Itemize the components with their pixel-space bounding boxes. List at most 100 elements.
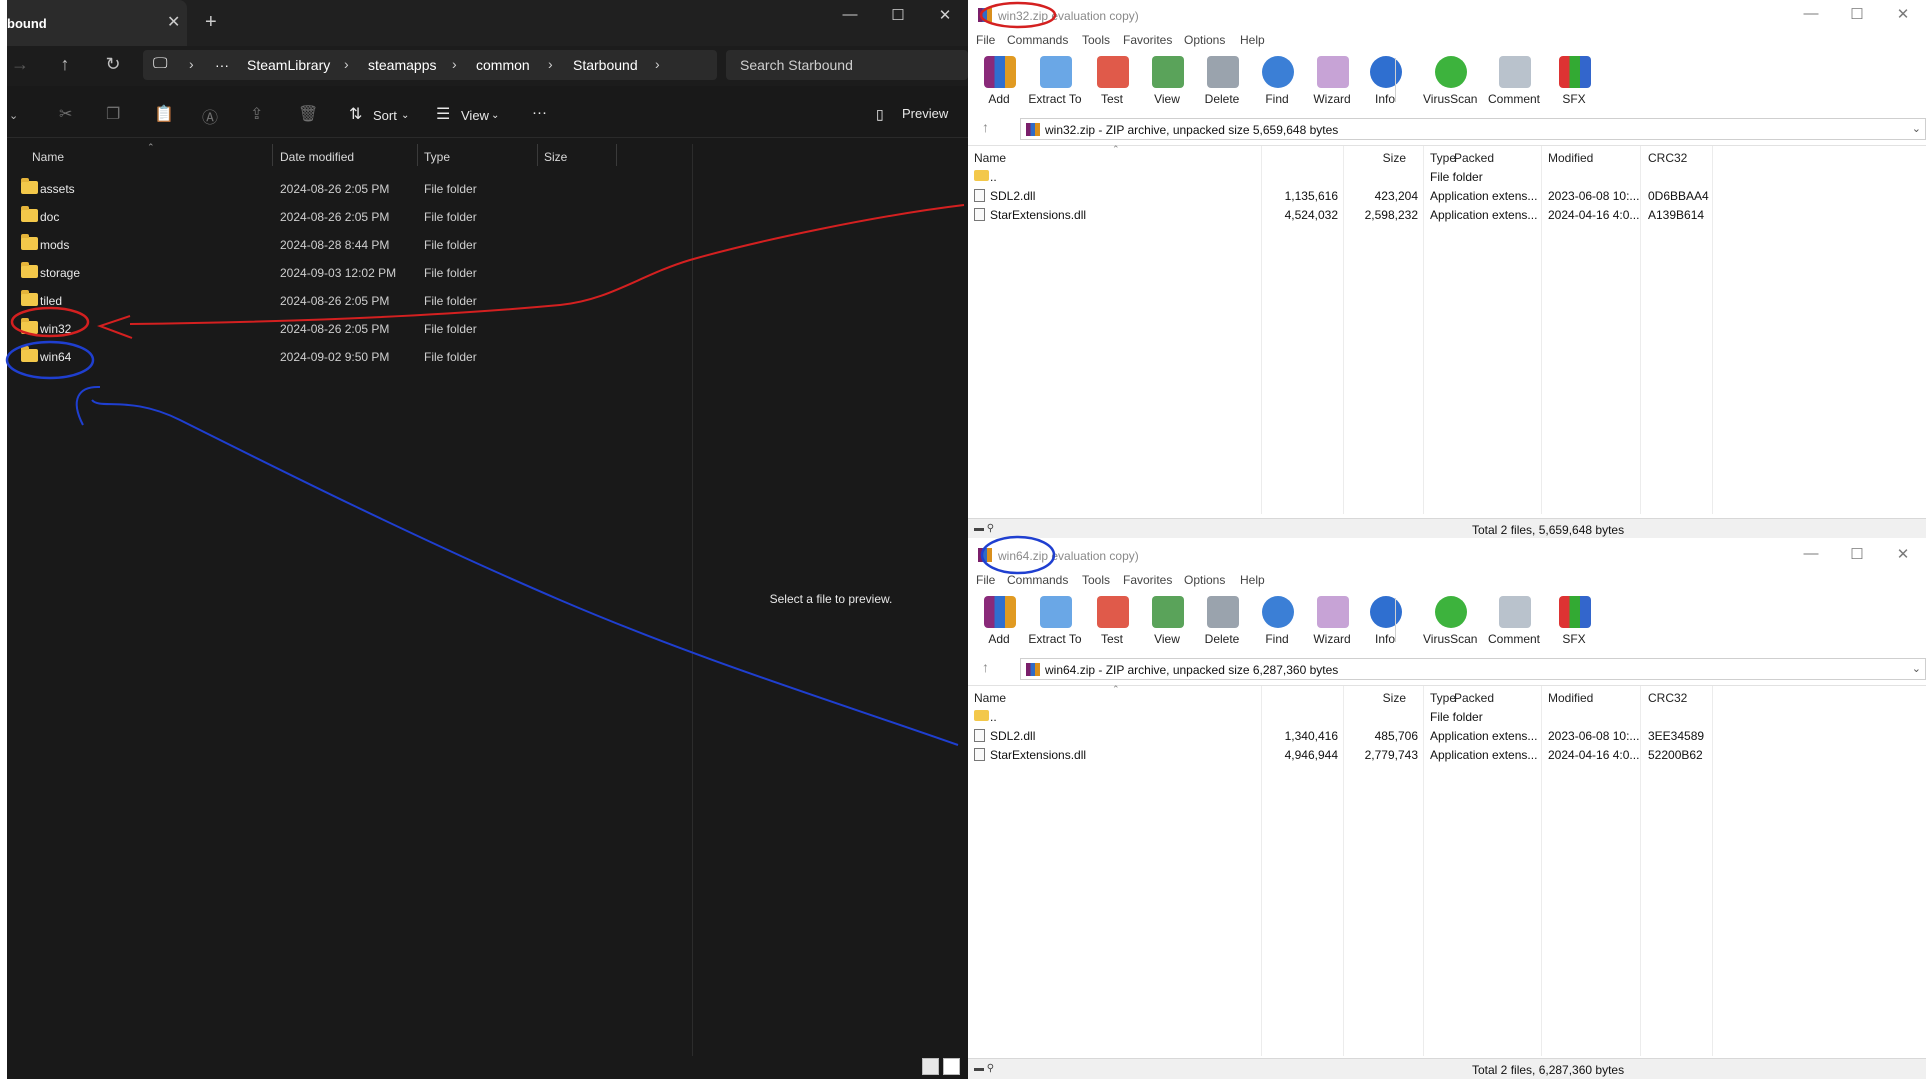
chevron-down-icon[interactable]: ⌄	[1912, 122, 1921, 135]
column-name[interactable]: Name	[974, 691, 1006, 705]
menu-commands[interactable]: Commands	[1007, 33, 1068, 47]
menu-options[interactable]: Options	[1184, 573, 1225, 587]
info-button[interactable]: Info	[1358, 52, 1412, 110]
list-item[interactable]: doc 2024-08-26 2:05 PM File folder	[7, 203, 692, 231]
view-icon[interactable]: ☰	[436, 104, 450, 124]
menu-help[interactable]: Help	[1240, 33, 1265, 47]
delete-button[interactable]: Delete	[1195, 592, 1249, 650]
forward-arrow-icon[interactable]: →	[8, 54, 32, 75]
test-button[interactable]: Test	[1085, 592, 1139, 650]
column-size[interactable]: Size	[1274, 151, 1406, 165]
menu-file[interactable]: File	[976, 33, 995, 47]
details-view-icon[interactable]	[922, 1058, 939, 1075]
list-item[interactable]: tiled 2024-08-26 2:05 PM File folder	[7, 287, 692, 315]
archive-path-field[interactable]: win32.zip - ZIP archive, unpacked size 5…	[1020, 118, 1926, 140]
menu-file[interactable]: File	[976, 573, 995, 587]
new-dropdown-icon[interactable]: ⌄	[9, 109, 18, 122]
column-divider[interactable]	[272, 144, 273, 166]
more-options-icon[interactable]: ···	[532, 104, 547, 121]
cut-icon[interactable]: ✂	[59, 104, 72, 124]
column-name[interactable]: Name	[974, 151, 1006, 165]
table-row[interactable]: SDL2.dll 1,135,616 423,204 Application e…	[968, 187, 1926, 206]
column-name[interactable]: Name	[32, 150, 64, 164]
extract-to-button[interactable]: Extract To	[1028, 52, 1082, 110]
table-row[interactable]: SDL2.dll 1,340,416 485,706 Application e…	[968, 727, 1926, 746]
column-size[interactable]: Size	[544, 150, 567, 164]
breadcrumb-item-common[interactable]: common	[476, 57, 530, 73]
find-button[interactable]: Find	[1250, 592, 1304, 650]
column-size[interactable]: Size	[1274, 691, 1406, 705]
minimize-button[interactable]: —	[1796, 5, 1826, 22]
menu-favorites[interactable]: Favorites	[1123, 573, 1172, 587]
column-modified[interactable]: Modified	[1548, 691, 1593, 705]
add-button[interactable]: Add	[972, 52, 1026, 110]
rename-icon[interactable]: Ⓐ	[202, 104, 218, 128]
view-button[interactable]: View	[1140, 52, 1194, 110]
close-button[interactable]: ✕	[1888, 5, 1918, 23]
computer-icon[interactable]: 🖵	[153, 55, 167, 72]
list-item[interactable]: storage 2024-09-03 12:02 PM File folder	[7, 259, 692, 287]
menu-commands[interactable]: Commands	[1007, 573, 1068, 587]
column-type[interactable]: Type	[1430, 151, 1456, 165]
close-button[interactable]: ✕	[930, 6, 960, 24]
new-tab-button[interactable]: +	[205, 11, 217, 34]
virusscan-button[interactable]: VirusScan	[1423, 52, 1477, 110]
menu-tools[interactable]: Tools	[1082, 33, 1110, 47]
menu-help[interactable]: Help	[1240, 573, 1265, 587]
sfx-button[interactable]: SFX	[1547, 52, 1601, 110]
maximize-button[interactable]: ☐	[883, 6, 913, 24]
add-button[interactable]: Add	[972, 592, 1026, 650]
tab-close-icon[interactable]: ✕	[167, 12, 180, 32]
virusscan-button[interactable]: VirusScan	[1423, 592, 1477, 650]
up-arrow-icon[interactable]: ↑	[53, 54, 77, 75]
paste-icon[interactable]: 📋	[154, 104, 174, 124]
refresh-icon[interactable]: ↻	[101, 54, 125, 75]
explorer-tab[interactable]: bound ✕	[7, 0, 187, 46]
list-item[interactable]: win32 2024-08-26 2:05 PM File folder	[7, 315, 692, 343]
table-row[interactable]: StarExtensions.dll 4,524,032 2,598,232 A…	[968, 206, 1926, 225]
find-button[interactable]: Find	[1250, 52, 1304, 110]
comment-button[interactable]: Comment	[1487, 592, 1541, 650]
column-crc32[interactable]: CRC32	[1648, 691, 1687, 705]
list-item[interactable]: mods 2024-08-28 8:44 PM File folder	[7, 231, 692, 259]
wizard-button[interactable]: Wizard	[1305, 592, 1359, 650]
breadcrumb-item-steamapps[interactable]: steamapps	[368, 57, 436, 73]
table-row[interactable]: .. File folder	[968, 708, 1926, 727]
wizard-button[interactable]: Wizard	[1305, 52, 1359, 110]
table-row[interactable]: StarExtensions.dll 4,946,944 2,779,743 A…	[968, 746, 1926, 765]
minimize-button[interactable]: —	[835, 6, 865, 23]
column-crc32[interactable]: CRC32	[1648, 151, 1687, 165]
sort-icon[interactable]: ⇅	[349, 104, 362, 124]
share-icon[interactable]: ⇪	[250, 104, 263, 124]
test-button[interactable]: Test	[1085, 52, 1139, 110]
breadcrumb-item-starbound[interactable]: Starbound	[573, 57, 638, 73]
close-button[interactable]: ✕	[1888, 545, 1918, 563]
column-date-modified[interactable]: Date modified	[280, 150, 354, 164]
copy-icon[interactable]: ❐	[106, 104, 120, 124]
tiles-view-icon[interactable]	[943, 1058, 960, 1075]
comment-button[interactable]: Comment	[1487, 52, 1541, 110]
column-divider[interactable]	[537, 144, 538, 166]
view-button[interactable]: View	[1140, 592, 1194, 650]
preview-pane-icon[interactable]: ▯	[876, 106, 884, 123]
breadcrumb-more[interactable]: ···	[215, 57, 229, 73]
up-one-level-icon[interactable]: ↑	[982, 659, 989, 675]
up-one-level-icon[interactable]: ↑	[982, 119, 989, 135]
chevron-down-icon[interactable]: ⌄	[1912, 662, 1921, 675]
menu-options[interactable]: Options	[1184, 33, 1225, 47]
list-item[interactable]: assets 2024-08-26 2:05 PM File folder	[7, 175, 692, 203]
list-item[interactable]: win64 2024-09-02 9:50 PM File folder	[7, 343, 692, 371]
search-input[interactable]: Search Starbound	[726, 50, 968, 80]
column-modified[interactable]: Modified	[1548, 151, 1593, 165]
menu-favorites[interactable]: Favorites	[1123, 33, 1172, 47]
delete-button[interactable]: Delete	[1195, 52, 1249, 110]
column-type[interactable]: Type	[424, 150, 450, 164]
sort-button[interactable]: Sort	[373, 108, 397, 123]
preview-button[interactable]: Preview	[902, 106, 948, 121]
maximize-button[interactable]: ☐	[1842, 545, 1872, 563]
sfx-button[interactable]: SFX	[1547, 592, 1601, 650]
column-divider[interactable]	[616, 144, 617, 166]
breadcrumb-item-steamlibrary[interactable]: SteamLibrary	[247, 57, 330, 73]
extract-to-button[interactable]: Extract To	[1028, 592, 1082, 650]
minimize-button[interactable]: —	[1796, 545, 1826, 562]
